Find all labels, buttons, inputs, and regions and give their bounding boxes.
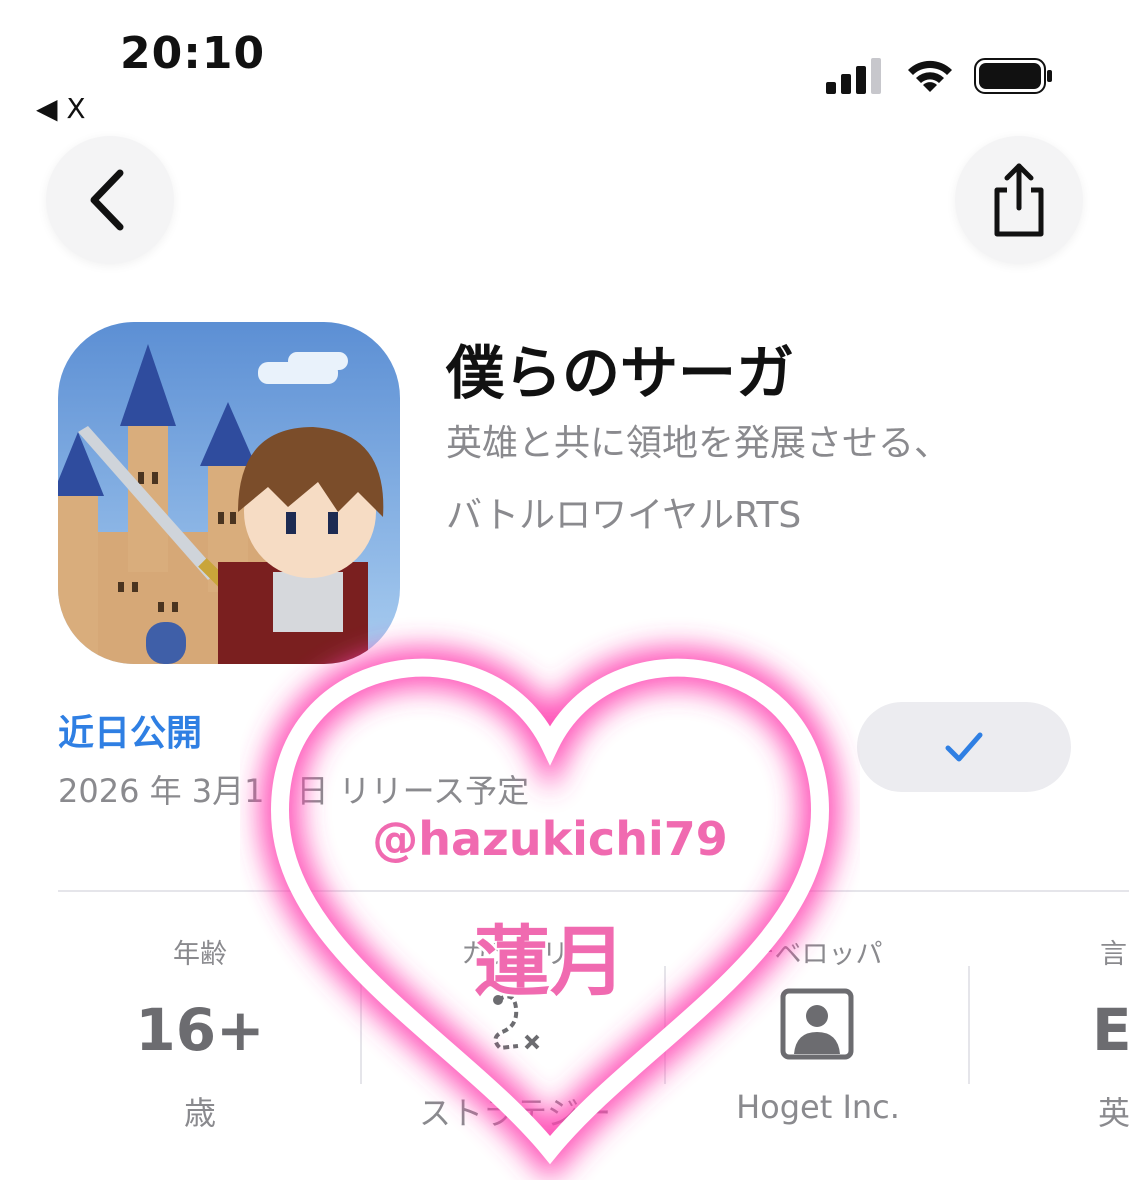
share-icon	[994, 163, 1044, 237]
app-subtitle-line1: 英雄と共に領地を発展させる、	[446, 423, 951, 464]
cellular-signal-icon	[826, 58, 881, 94]
developer-sub: Hoget Inc.	[736, 1088, 900, 1126]
language-label: 言	[1100, 939, 1127, 970]
back-button[interactable]	[46, 136, 174, 264]
notify-button[interactable]	[857, 702, 1071, 792]
column-divider	[664, 966, 666, 1084]
back-to-app-link[interactable]: ◀ X	[36, 92, 86, 125]
watermark-handle: @hazukichi79	[372, 812, 728, 866]
column-divider	[968, 966, 970, 1084]
developer-label: デベロッパ	[747, 939, 883, 970]
chevron-left-icon	[90, 169, 124, 231]
age-value: 16+	[135, 996, 265, 1064]
coming-soon-label: 近日公開	[58, 713, 203, 754]
checkmark-icon	[945, 732, 983, 762]
release-date: 2026 年 3月1 日 リリース予定	[58, 772, 530, 810]
app-icon	[58, 322, 400, 664]
column-divider	[360, 966, 362, 1084]
app-subtitle-line2: バトルロワイヤルRTS	[446, 495, 802, 536]
category-sub: ストラテジー	[418, 1094, 611, 1132]
watermark-name: 蓮月	[474, 917, 626, 1006]
age-label: 年齢	[173, 939, 227, 970]
app-title: 僕らのサーガ	[446, 339, 795, 407]
section-divider	[58, 890, 1129, 892]
status-time: 20:10	[120, 28, 266, 79]
share-button[interactable]	[955, 136, 1083, 264]
person-icon	[780, 988, 854, 1060]
age-sub: 歳	[183, 1094, 216, 1132]
language-value: E	[1092, 996, 1129, 1064]
battery-icon	[974, 58, 1052, 94]
wifi-icon	[908, 60, 952, 92]
language-sub: 英	[1098, 1094, 1129, 1132]
